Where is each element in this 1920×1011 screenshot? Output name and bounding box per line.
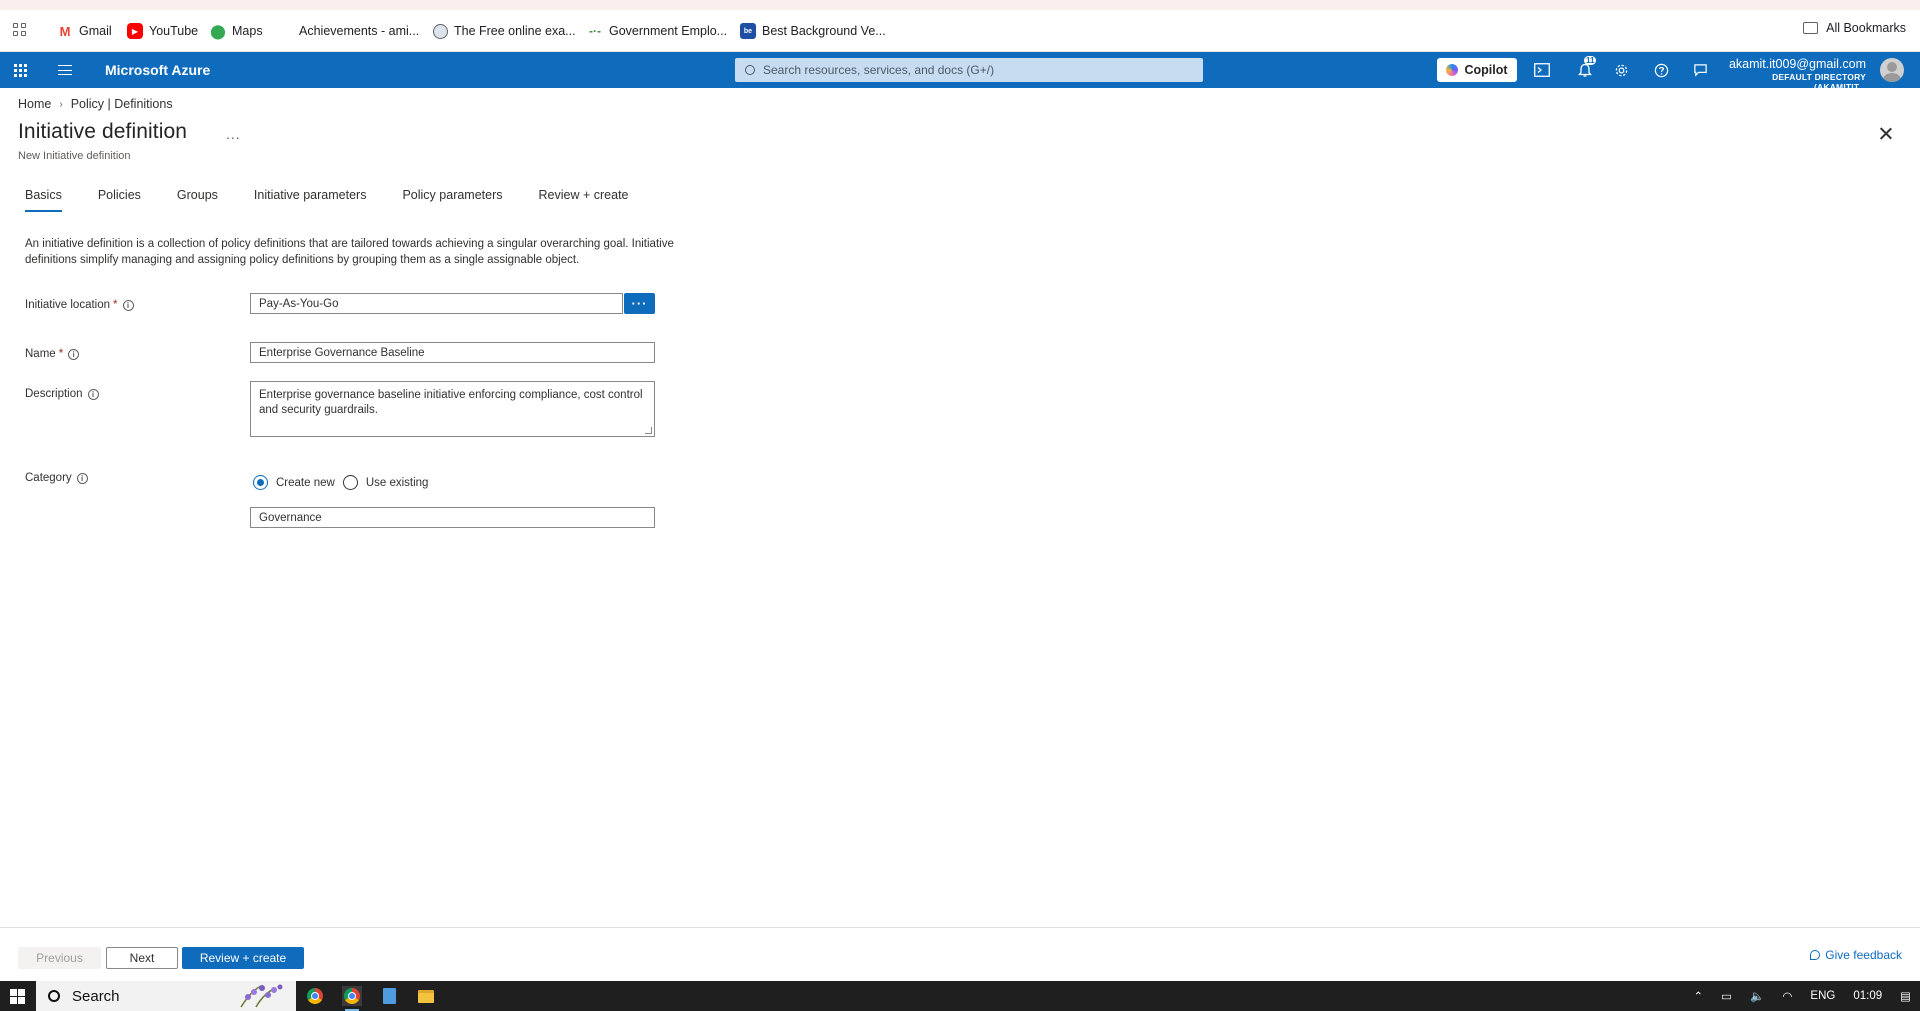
tab-basics[interactable]: Basics [25, 188, 62, 212]
help-icon[interactable] [1652, 61, 1670, 79]
feedback-person-icon [1810, 950, 1821, 960]
globe-icon [433, 23, 448, 39]
category-radio-group: Create new Use existing [253, 475, 436, 490]
bookmark-achievements[interactable]: Achievements - ami... [278, 21, 419, 41]
close-icon[interactable] [1878, 126, 1894, 142]
info-icon[interactable]: i [76, 472, 88, 484]
tab-policies[interactable]: Policies [98, 188, 141, 212]
info-icon[interactable]: i [87, 388, 99, 400]
search-icon [745, 65, 755, 75]
initiative-location-field[interactable]: Pay-As-You-Go [250, 293, 623, 314]
info-icon[interactable]: i [68, 348, 80, 360]
microsoft-icon [278, 24, 293, 39]
windows-start-icon[interactable] [10, 989, 25, 1004]
taskbar-search[interactable]: Search [36, 981, 296, 1011]
name-label: Name * i [25, 348, 80, 360]
chevron-up-icon[interactable]: ⌃ [1694, 989, 1704, 1003]
clock[interactable]: 01:09 [1853, 990, 1882, 1002]
waffle-menu-icon[interactable] [14, 64, 27, 77]
bookmarks-bar: M Gmail ▶ YouTube ⬤ Maps Achievements - … [0, 0, 1920, 52]
bookmark-government-employee[interactable]: -·- Government Emplo... [587, 21, 727, 41]
account-info[interactable]: akamit.it009@gmail.com DEFAULT DIRECTORY… [1726, 57, 1866, 92]
radio-use-existing[interactable] [342, 475, 358, 490]
resize-handle-icon[interactable] [645, 427, 652, 434]
page-title: Initiative definition [18, 120, 188, 143]
radio-create-new[interactable] [253, 475, 268, 490]
battery-icon[interactable]: ▭ [1721, 989, 1732, 1003]
browser-tab-strip [0, 0, 1920, 10]
gmail-icon: M [57, 23, 73, 39]
cloud-shell-icon[interactable] [1533, 61, 1551, 79]
radio-create-new-label[interactable]: Create new [276, 477, 335, 489]
copilot-icon [1446, 64, 1459, 76]
azure-top-bar: Microsoft Azure Search resources, servic… [0, 52, 1920, 92]
azure-brand[interactable]: Microsoft Azure [105, 62, 210, 78]
page-subtitle: New Initiative definition [18, 150, 131, 162]
description-textarea[interactable]: Enterprise governance baseline initiativ… [250, 381, 655, 437]
next-button[interactable]: Next [106, 947, 178, 969]
breadcrumb-home[interactable]: Home [18, 97, 51, 111]
review-create-button[interactable]: Review + create [182, 947, 304, 969]
volume-icon[interactable]: 🔈 [1750, 989, 1764, 1003]
search-placeholder: Search resources, services, and docs (G+… [763, 63, 995, 77]
category-label: Category i [25, 472, 88, 484]
copilot-button[interactable]: Copilot [1437, 58, 1517, 82]
chrome-active-taskbar-icon[interactable] [342, 986, 362, 1011]
avatar[interactable] [1880, 58, 1904, 82]
language-indicator[interactable]: ENG [1810, 990, 1835, 1002]
site-icon: be [740, 23, 756, 39]
tab-review-create[interactable]: Review + create [539, 188, 629, 212]
feedback-icon[interactable] [1691, 61, 1709, 79]
give-feedback-link[interactable]: Give feedback [1810, 948, 1902, 962]
wizard-tabs: Basics Policies Groups Initiative parame… [25, 188, 665, 212]
bookmark-gmail[interactable]: M Gmail [57, 21, 112, 41]
notifications-bell-icon[interactable]: 11 [1576, 56, 1597, 79]
notepad-taskbar-icon[interactable] [379, 986, 399, 1006]
notification-count-badge: 11 [1584, 56, 1597, 65]
description-label: Description i [25, 388, 99, 400]
intro-text: An initiative definition is a collection… [25, 238, 674, 266]
radio-use-existing-label[interactable]: Use existing [366, 477, 429, 489]
bookmark-free-online-exam[interactable]: The Free online exa... [433, 21, 576, 41]
initiative-location-label: Initiative location * i [25, 299, 134, 311]
bookmark-maps[interactable]: ⬤ Maps [210, 21, 263, 41]
global-search-input[interactable]: Search resources, services, and docs (G+… [735, 58, 1203, 82]
tab-policy-parameters[interactable]: Policy parameters [402, 188, 502, 212]
name-input[interactable]: Enterprise Governance Baseline [250, 342, 655, 363]
site-icon: -·- [589, 24, 601, 38]
browse-location-button[interactable]: ··· [624, 293, 655, 314]
search-icon [48, 990, 60, 1002]
previous-button[interactable]: Previous [18, 947, 101, 969]
folder-icon [1803, 22, 1819, 34]
wizard-footer: Previous Next Review + create Give feedb… [0, 927, 1920, 981]
required-mark: * [113, 299, 118, 311]
breadcrumb: Home › Policy | Definitions [18, 97, 173, 111]
more-options-icon[interactable]: ... [226, 126, 241, 142]
bookmark-best-background[interactable]: be Best Background Ve... [740, 21, 886, 41]
settings-gear-icon[interactable] [1612, 61, 1630, 79]
required-mark: * [58, 348, 64, 360]
account-directory: DEFAULT DIRECTORY (AKAMITIT... [1772, 72, 1866, 92]
tab-initiative-parameters[interactable]: Initiative parameters [254, 188, 367, 212]
system-tray: ⌃ ▭ 🔈 ◠ ENG 01:09 ▤ [1685, 981, 1920, 1011]
maps-icon: ⬤ [210, 22, 226, 39]
youtube-icon: ▶ [127, 23, 143, 39]
apps-grid-icon[interactable] [13, 23, 27, 37]
category-input[interactable]: Governance [250, 507, 655, 528]
file-explorer-taskbar-icon[interactable] [416, 986, 436, 1006]
chrome-taskbar-icon[interactable] [305, 986, 325, 1006]
account-email: akamit.it009@gmail.com [1728, 57, 1866, 71]
chevron-right-icon: › [59, 98, 63, 110]
windows-taskbar: Search ⌃ ▭ 🔈 ◠ ENG 01:09 ▤ [0, 981, 1920, 1011]
all-bookmarks[interactable]: All Bookmarks [1803, 21, 1906, 35]
tab-groups[interactable]: Groups [177, 188, 218, 212]
notification-center-icon[interactable]: ▤ [1900, 989, 1911, 1003]
bookmark-youtube[interactable]: ▶ YouTube [127, 21, 198, 41]
info-icon[interactable]: i [122, 299, 134, 311]
wifi-icon[interactable]: ◠ [1782, 989, 1792, 1003]
portal-menu-icon[interactable] [58, 65, 72, 75]
breadcrumb-policy-definitions[interactable]: Policy | Definitions [71, 97, 173, 111]
lavender-decoration-icon [240, 984, 283, 1008]
